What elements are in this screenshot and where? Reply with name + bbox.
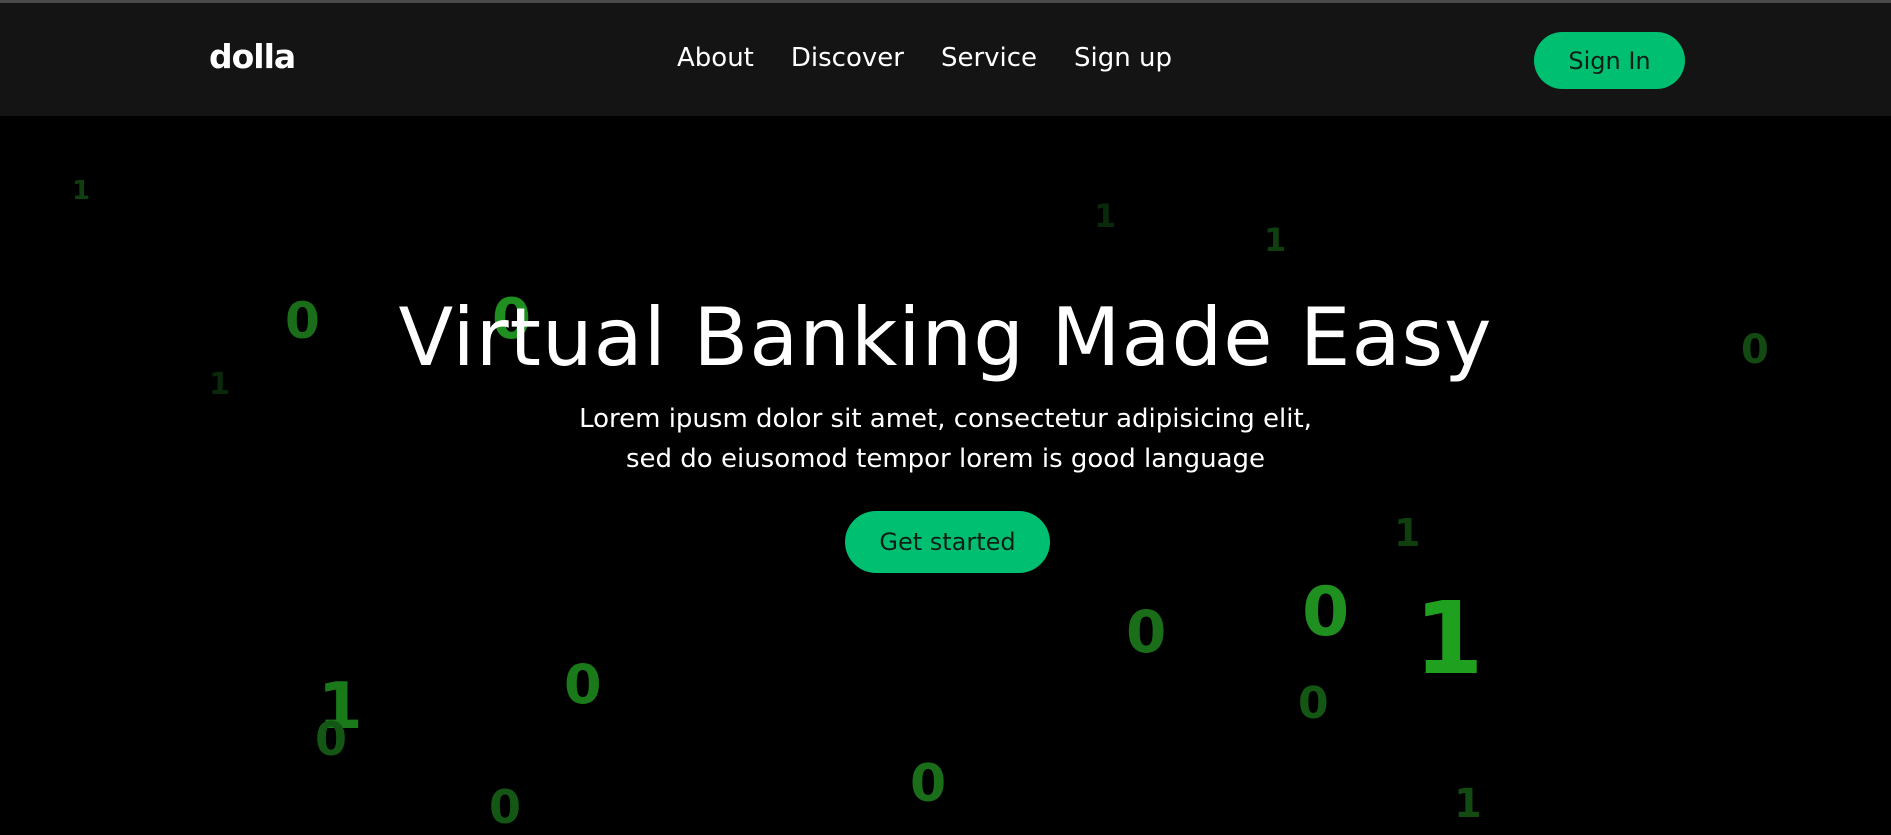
get-started-button[interactable]: Get started xyxy=(845,511,1050,573)
background-digit: 0 xyxy=(1126,598,1167,666)
background-digit: 0 xyxy=(564,653,602,716)
background-digit: 1 xyxy=(1414,580,1484,697)
hero-subtitle-line: sed do eiusomod tempor lorem is good lan… xyxy=(625,444,1266,474)
nav-links: About Discover Service Sign up xyxy=(677,43,1172,73)
nav-link-discover[interactable]: Discover xyxy=(791,43,904,73)
nav-link-service[interactable]: Service xyxy=(941,43,1037,73)
background-digit: 1 xyxy=(1094,197,1117,235)
background-digit: 0 xyxy=(315,712,348,766)
logo[interactable]: dolla xyxy=(209,37,296,76)
background-digit: 1 xyxy=(1264,221,1287,259)
sign-in-button[interactable]: Sign In xyxy=(1534,32,1685,89)
background-digit: 0 xyxy=(489,780,522,834)
background-digit: 1 xyxy=(72,176,91,206)
hero-section: 1 0 0 1 1 1 0 1 0 0 1 0 0 1 0 0 0 1 Virt… xyxy=(0,116,1891,835)
hero-title: Virtual Banking Made Easy xyxy=(398,291,1493,384)
background-digit: 0 xyxy=(910,754,947,814)
background-digit: 0 xyxy=(1302,573,1350,652)
hero-subtitle: Lorem ipusm dolor sit amet, consectetur … xyxy=(0,399,1891,479)
background-digit: 1 xyxy=(1394,511,1421,555)
hero-subtitle-line: Lorem ipusm dolor sit amet, consectetur … xyxy=(579,404,1312,434)
background-digit: 1 xyxy=(1454,781,1482,827)
nav-link-about[interactable]: About xyxy=(677,43,754,73)
nav-link-sign-up[interactable]: Sign up xyxy=(1074,43,1172,73)
background-digit: 0 xyxy=(1298,678,1329,729)
navbar: dolla About Discover Service Sign up Sig… xyxy=(0,3,1891,116)
